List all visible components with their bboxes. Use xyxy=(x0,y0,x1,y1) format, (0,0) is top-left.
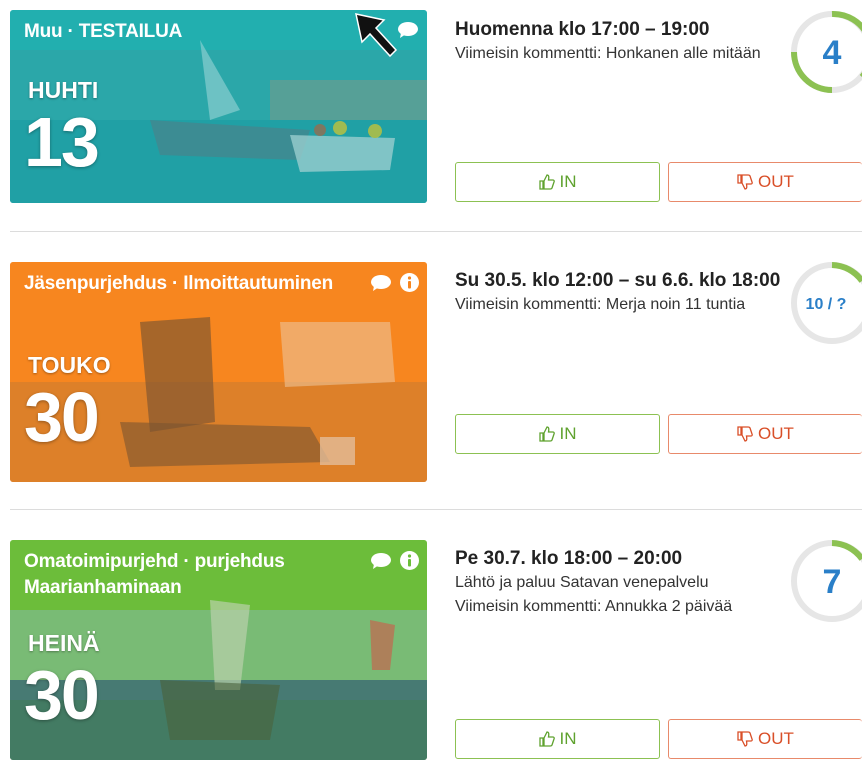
card-icons xyxy=(370,551,419,570)
thumbs-up-icon xyxy=(538,731,555,747)
event-card[interactable]: Jäsenpurjehdus · Ilmoittautuminen TOUKO … xyxy=(10,262,427,482)
out-button[interactable]: OUT xyxy=(668,414,862,454)
in-button[interactable]: IN xyxy=(455,719,660,759)
event-day: 30 xyxy=(24,656,100,734)
in-button[interactable]: IN xyxy=(455,162,660,202)
participant-count-ring: 7 xyxy=(791,540,862,622)
thumbs-up-icon xyxy=(538,426,555,442)
comment-icon[interactable] xyxy=(397,21,419,39)
event-detail-line: Lähtö ja paluu Satavan venepalvelu xyxy=(455,574,709,591)
info-icon[interactable] xyxy=(400,551,419,570)
comment-icon[interactable] xyxy=(370,552,392,570)
event-info: Huomenna klo 17:00 – 19:00 Viimeisin kom… xyxy=(455,10,785,66)
comment-icon[interactable] xyxy=(370,274,392,292)
thumbs-down-icon xyxy=(737,426,753,442)
event-month: TOUKO xyxy=(28,352,111,378)
card-icons xyxy=(397,21,419,39)
out-button[interactable]: OUT xyxy=(668,162,862,202)
event-category: Muu · TESTAILUA xyxy=(24,21,183,42)
event-info: Su 30.5. klo 12:00 – su 6.6. klo 18:00 V… xyxy=(455,261,785,317)
out-button-label: OUT xyxy=(758,729,794,748)
event-month: HUHTI xyxy=(28,77,99,103)
event-title[interactable]: Pe 30.7. klo 18:00 – 20:00 xyxy=(455,547,785,571)
participant-count: 10 / ? xyxy=(806,296,847,313)
thumbs-down-icon xyxy=(737,731,753,747)
event-title[interactable]: Huomenna klo 17:00 – 19:00 xyxy=(455,18,785,42)
thumbs-up-icon xyxy=(538,174,555,190)
event-detail-line: Viimeisin kommentti: Honkanen alle mitää… xyxy=(455,45,761,62)
participant-count: 7 xyxy=(823,563,842,601)
in-button[interactable]: IN xyxy=(455,414,660,454)
event-category: Omatoimipurjehd · purjehdus Maarianhamin… xyxy=(24,551,285,598)
event-day: 13 xyxy=(24,103,100,181)
out-button[interactable]: OUT xyxy=(668,719,862,759)
in-button-label: IN xyxy=(559,424,577,443)
event-month: HEINÄ xyxy=(28,630,100,656)
event-category: Jäsenpurjehdus · Ilmoittautuminen xyxy=(24,273,334,294)
participant-count-ring: 4 xyxy=(791,10,862,93)
event-divider xyxy=(10,509,862,510)
out-button-label: OUT xyxy=(758,424,794,443)
mouse-cursor-icon xyxy=(355,13,398,58)
participant-count: 4 xyxy=(823,34,842,72)
participant-count-ring: 10 / ? xyxy=(791,262,862,344)
event-day: 30 xyxy=(24,378,100,456)
in-button-label: IN xyxy=(559,729,577,748)
out-button-label: OUT xyxy=(758,172,794,191)
event-divider xyxy=(10,231,862,232)
info-icon[interactable] xyxy=(400,273,419,292)
event-card[interactable]: Omatoimipurjehd · purjehdus Maarianhamin… xyxy=(10,540,427,760)
in-button-label: IN xyxy=(559,172,577,191)
event-detail-line: Viimeisin kommentti: Merja noin 11 tunti… xyxy=(455,296,746,313)
card-icons xyxy=(370,273,419,292)
event-title[interactable]: Su 30.5. klo 12:00 – su 6.6. klo 18:00 xyxy=(455,269,785,293)
event-info: Pe 30.7. klo 18:00 – 20:00 Lähtö ja palu… xyxy=(455,539,785,619)
thumbs-down-icon xyxy=(737,174,753,190)
event-detail-line: Viimeisin kommentti: Annukka 2 päivää xyxy=(455,598,733,615)
